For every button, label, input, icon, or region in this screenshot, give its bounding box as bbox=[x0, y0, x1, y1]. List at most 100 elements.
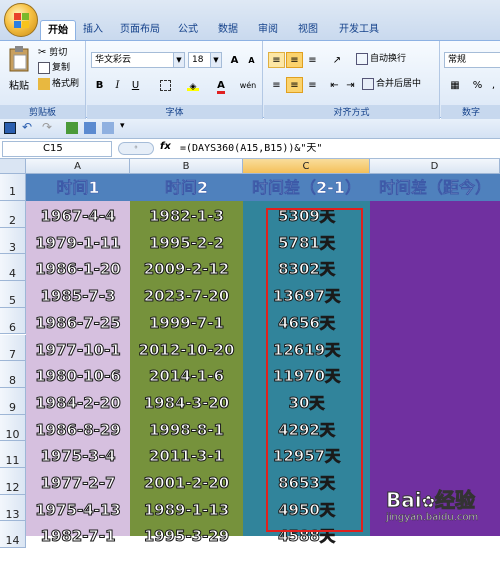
macro-icon[interactable] bbox=[84, 122, 96, 134]
header-time2[interactable]: 时间2 bbox=[130, 174, 243, 201]
font-name-combo[interactable]: 华文彩云 ▼ bbox=[91, 52, 185, 68]
phonetic-button[interactable]: wén bbox=[237, 77, 259, 93]
cell-a[interactable]: 1967-4-4 bbox=[26, 203, 130, 230]
tab-view[interactable]: 视图 bbox=[290, 20, 326, 40]
row-header[interactable]: 3 bbox=[0, 227, 26, 255]
cell-b[interactable]: 1995-3-29 bbox=[130, 523, 243, 550]
insert-function-button[interactable]: fx bbox=[160, 141, 171, 152]
shrink-font-button[interactable]: A bbox=[243, 52, 260, 68]
customize-qat-icon[interactable]: ▾ bbox=[120, 121, 125, 131]
row-header[interactable]: 10 bbox=[0, 414, 26, 442]
cell-a[interactable]: 1984-2-20 bbox=[26, 390, 130, 417]
cell-b[interactable]: 2012-10-20 bbox=[130, 337, 243, 364]
cell-b[interactable]: 2023-7-20 bbox=[130, 283, 243, 310]
header-diff-today[interactable]: 时间差（距今） bbox=[370, 174, 500, 201]
row-header[interactable]: 9 bbox=[0, 387, 26, 415]
wrap-text-button[interactable]: 自动换行 bbox=[356, 52, 406, 67]
increase-indent-button[interactable]: ⇥ bbox=[342, 77, 359, 93]
print-preview-icon[interactable] bbox=[66, 122, 78, 134]
cell-a[interactable]: 1980-10-6 bbox=[26, 363, 130, 390]
align-middle-button[interactable]: ≡ bbox=[286, 52, 303, 68]
cell-a[interactable]: 1977-10-1 bbox=[26, 337, 130, 364]
align-left-button[interactable]: ≡ bbox=[268, 77, 285, 93]
formula-bar-expander[interactable]: ◦ bbox=[118, 142, 154, 155]
column-header-c[interactable]: C bbox=[243, 159, 370, 174]
row-header[interactable]: 4 bbox=[0, 254, 26, 282]
orientation-button[interactable]: ↗ bbox=[326, 52, 348, 68]
fill-color-button[interactable]: ◈ bbox=[181, 77, 205, 93]
form-icon[interactable] bbox=[102, 122, 114, 134]
bold-button[interactable]: B bbox=[91, 77, 108, 93]
grow-font-button[interactable]: A bbox=[226, 52, 243, 68]
row-header[interactable]: 6 bbox=[0, 307, 26, 335]
header-time1[interactable]: 时间1 bbox=[26, 174, 130, 201]
merge-center-button[interactable]: 合并后居中 bbox=[362, 77, 421, 92]
row-header[interactable]: 14 bbox=[0, 521, 26, 549]
cell-b[interactable]: 2009-2-12 bbox=[130, 256, 243, 283]
cell-b[interactable]: 2001-2-20 bbox=[130, 470, 243, 497]
cell-b[interactable]: 2011-3-1 bbox=[130, 443, 243, 470]
cell-a[interactable]: 1977-2-7 bbox=[26, 470, 130, 497]
row-header[interactable]: 5 bbox=[0, 281, 26, 308]
redo-icon[interactable]: ↷ bbox=[42, 120, 52, 134]
row-header[interactable]: 12 bbox=[0, 468, 26, 495]
tab-developer[interactable]: 开发工具 bbox=[332, 20, 386, 40]
align-bottom-button[interactable]: ≡ bbox=[304, 52, 321, 68]
column-header-b[interactable]: B bbox=[130, 159, 243, 174]
tab-data[interactable]: 数据 bbox=[210, 20, 246, 40]
row-header[interactable]: 1 bbox=[0, 174, 26, 201]
undo-icon[interactable]: ↶ bbox=[22, 120, 32, 134]
tab-home[interactable]: 开始 bbox=[40, 20, 76, 40]
cell-b[interactable]: 1984-3-20 bbox=[130, 390, 243, 417]
header-diff[interactable]: 时间差（2-1） bbox=[243, 174, 370, 201]
cell-b[interactable]: 1999-7-1 bbox=[130, 310, 243, 337]
tab-review[interactable]: 审阅 bbox=[250, 20, 286, 40]
select-all-corner[interactable] bbox=[0, 159, 26, 174]
paste-button[interactable]: 粘贴 bbox=[6, 45, 32, 92]
tab-insert[interactable]: 插入 bbox=[78, 20, 108, 40]
cell-a[interactable]: 1979-1-11 bbox=[26, 230, 130, 257]
cell-a[interactable]: 1986-8-29 bbox=[26, 417, 130, 444]
percent-button[interactable]: % bbox=[469, 77, 486, 93]
row-header[interactable]: 11 bbox=[0, 441, 26, 468]
office-button[interactable] bbox=[4, 3, 38, 37]
align-right-button[interactable]: ≡ bbox=[304, 77, 321, 93]
underline-button[interactable]: U bbox=[127, 77, 144, 93]
currency-button[interactable]: ▦ bbox=[444, 77, 466, 93]
row-header[interactable]: 8 bbox=[0, 361, 26, 388]
cut-button[interactable]: ✂ 剪切 bbox=[38, 45, 67, 60]
cell-a[interactable]: 1982-7-1 bbox=[26, 523, 130, 550]
borders-button[interactable] bbox=[153, 77, 177, 93]
italic-button[interactable]: I bbox=[109, 77, 126, 93]
cell-a[interactable]: 1986-1-20 bbox=[26, 256, 130, 283]
cell-a[interactable]: 1975-4-13 bbox=[26, 497, 130, 524]
cell-b[interactable]: 2014-1-6 bbox=[130, 363, 243, 390]
cell-b[interactable]: 1995-2-2 bbox=[130, 230, 243, 257]
cell-a[interactable]: 1986-7-25 bbox=[26, 310, 130, 337]
cell-b[interactable]: 1998-8-1 bbox=[130, 417, 243, 444]
format-painter-button[interactable]: 格式刷 bbox=[38, 77, 79, 92]
row-header[interactable]: 13 bbox=[0, 494, 26, 522]
copy-button[interactable]: 复制 bbox=[38, 61, 70, 76]
column-header-d[interactable]: D bbox=[370, 159, 500, 174]
cell-b[interactable]: 1989-1-13 bbox=[130, 497, 243, 524]
number-format-combo[interactable]: 常规 bbox=[444, 52, 500, 68]
format-painter-label: 格式刷 bbox=[52, 79, 80, 89]
row-header[interactable]: 2 bbox=[0, 201, 26, 228]
row-header[interactable]: 7 bbox=[0, 334, 26, 362]
cell-b[interactable]: 1982-1-3 bbox=[130, 203, 243, 230]
font-size-combo[interactable]: 18 ▼ bbox=[188, 52, 222, 68]
align-center-button[interactable]: ≡ bbox=[286, 77, 303, 93]
cell-a[interactable]: 1985-7-3 bbox=[26, 283, 130, 310]
align-top-button[interactable]: ≡ bbox=[268, 52, 285, 68]
font-color-button[interactable]: A bbox=[209, 77, 233, 94]
column-header-a[interactable]: A bbox=[26, 159, 130, 174]
decrease-indent-button[interactable]: ⇤ bbox=[326, 77, 343, 93]
tab-page-layout[interactable]: 页面布局 bbox=[112, 20, 168, 40]
cell-a[interactable]: 1975-3-4 bbox=[26, 443, 130, 470]
name-box[interactable]: C15 bbox=[2, 141, 112, 157]
comma-button[interactable]: , bbox=[485, 77, 500, 93]
save-icon[interactable] bbox=[4, 122, 16, 134]
tab-formulas[interactable]: 公式 bbox=[170, 20, 206, 40]
formula-input[interactable]: =(DAYS360(A15,B15))&"天" bbox=[180, 141, 322, 157]
